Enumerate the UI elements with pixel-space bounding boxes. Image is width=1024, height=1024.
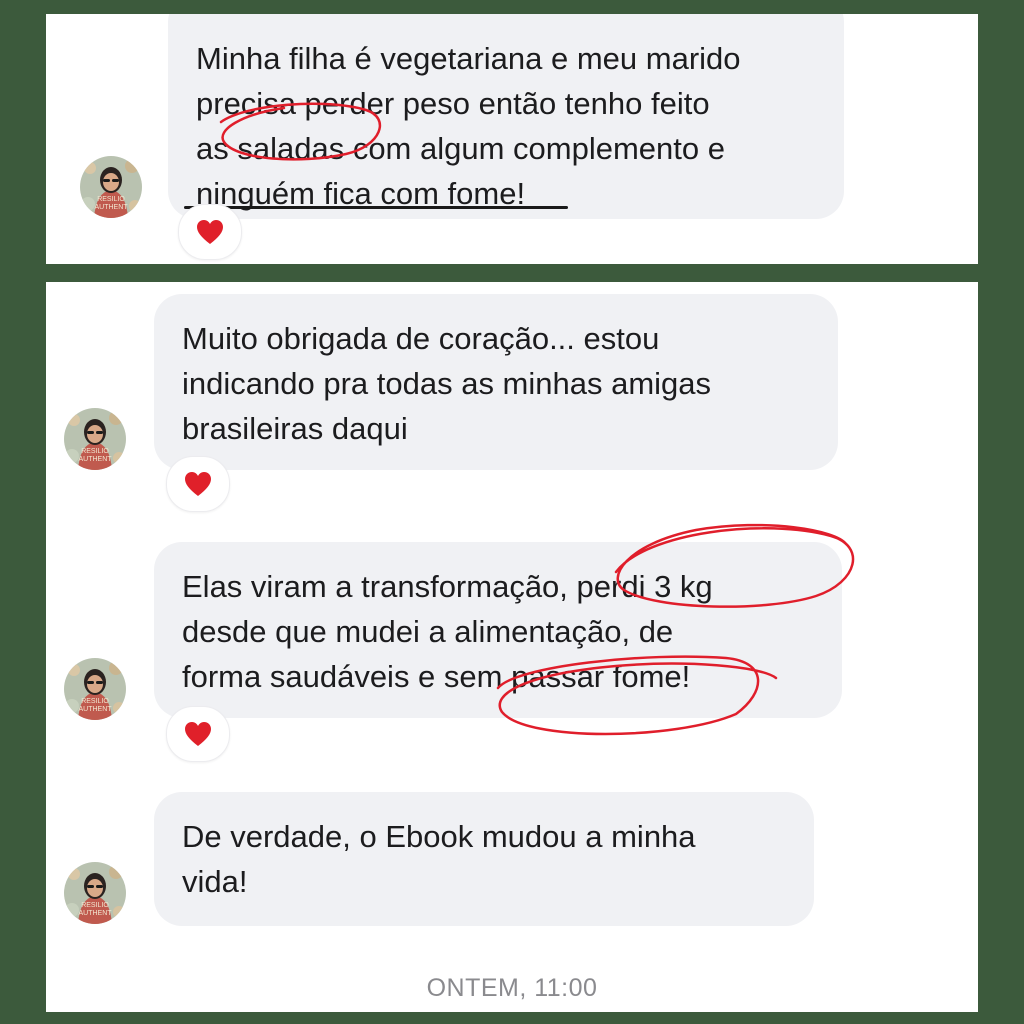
avatar[interactable] — [64, 658, 126, 720]
message-line: Elas viram a transformação, perdi 3 kg — [182, 569, 713, 604]
reaction-badge[interactable] — [166, 456, 230, 512]
message-line: precisa perder peso então tenho feito — [196, 86, 710, 121]
message-line: ninguém fica com fome! — [196, 176, 526, 211]
heart-icon — [184, 471, 212, 497]
underline-annotation — [184, 206, 568, 209]
avatar[interactable] — [80, 156, 142, 218]
heart-icon — [184, 721, 212, 747]
message-line: Minha filha é vegetariana e meu marido — [196, 41, 741, 76]
message-bubble[interactable]: Elas viram a transformação, perdi 3 kg d… — [154, 542, 842, 718]
message-bubble[interactable]: De verdade, o Ebook mudou a minha vida! — [154, 792, 814, 926]
message-line: Muito obrigada de coração... estou — [182, 321, 660, 356]
reaction-badge[interactable] — [178, 204, 242, 260]
reaction-badge[interactable] — [166, 706, 230, 762]
message-bubble[interactable]: Muito obrigada de coração... estou indic… — [154, 294, 838, 470]
message-line: De verdade, o Ebook mudou a minha — [182, 819, 696, 854]
message-line: as saladas com algum complemento e — [196, 131, 725, 166]
message-line: forma saudáveis e sem passar fome! — [182, 659, 691, 694]
message-panel-top: Minha filha é vegetariana e meu marido p… — [46, 14, 978, 264]
avatar[interactable] — [64, 408, 126, 470]
timestamp: ONTEM, 11:00 — [426, 974, 598, 1002]
message-panel-bottom: Muito obrigada de coração... estou indic… — [46, 282, 978, 1012]
message-line: brasileiras daqui — [182, 411, 408, 446]
message-bubble[interactable]: Minha filha é vegetariana e meu marido p… — [168, 14, 844, 219]
avatar[interactable] — [64, 862, 126, 924]
heart-icon — [196, 219, 224, 245]
message-line: desde que mudei a alimentação, de — [182, 614, 674, 649]
message-line: indicando pra todas as minhas amigas — [182, 366, 712, 401]
message-line: vida! — [182, 864, 248, 899]
